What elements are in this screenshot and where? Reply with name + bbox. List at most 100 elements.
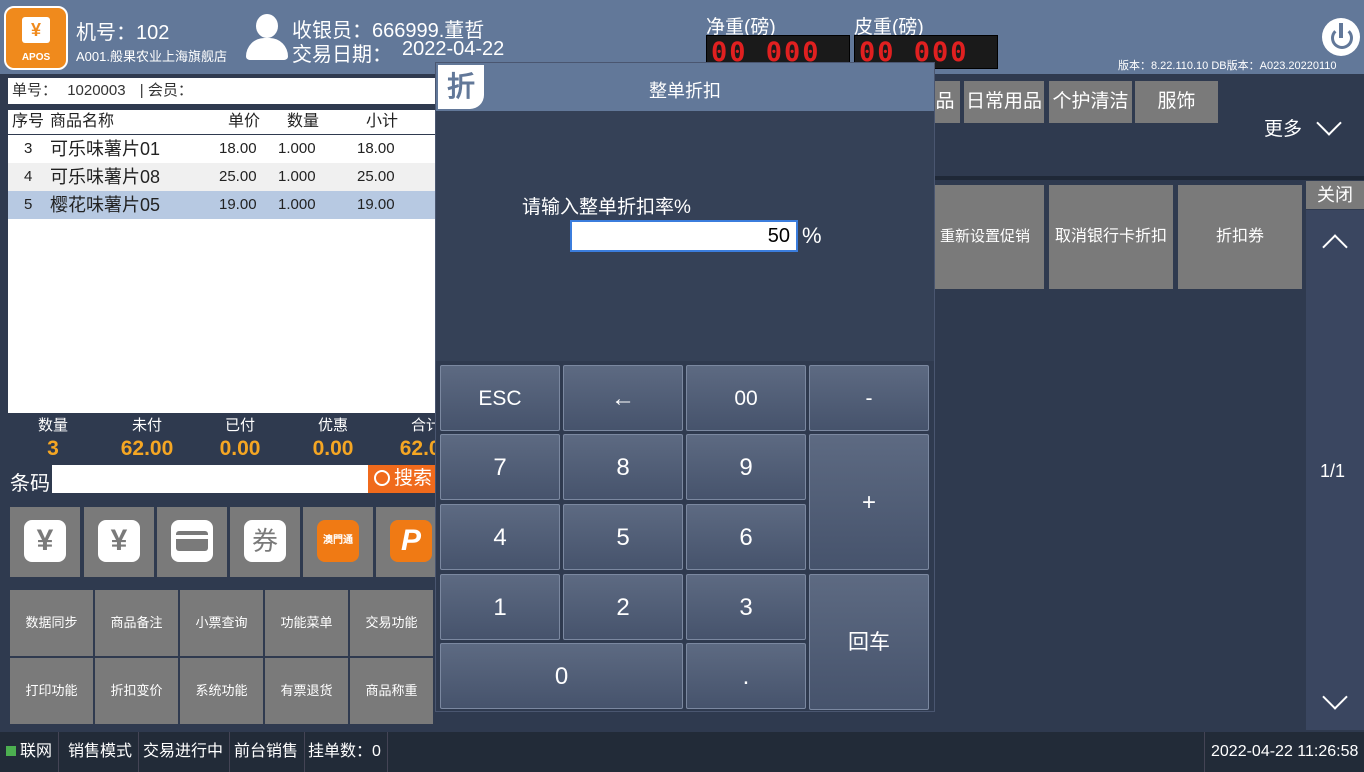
- power-icon[interactable]: [1322, 18, 1360, 56]
- row-no: 4: [24, 168, 33, 185]
- paid-value: 0.00: [219, 437, 261, 460]
- item-note-button[interactable]: 商品备注: [95, 590, 178, 656]
- key-backspace[interactable]: ←: [563, 365, 683, 431]
- cash-pay-button[interactable]: ¥: [84, 507, 154, 577]
- key-minus[interactable]: -: [809, 365, 929, 431]
- payment-buttons: ¥ ¥ 券 澳門通 P: [8, 507, 438, 577]
- category-daily[interactable]: 日常用品: [964, 81, 1044, 123]
- category-personal-care[interactable]: 个护清洁: [1049, 81, 1132, 123]
- key-4[interactable]: 4: [440, 504, 560, 570]
- search-label: 搜索: [394, 468, 433, 489]
- unpaid-value: 62.00: [120, 437, 174, 460]
- col-name: 商品名称: [50, 113, 115, 130]
- percent-sign: %: [802, 223, 822, 248]
- order-no: 1020003: [67, 82, 126, 99]
- search-button[interactable]: 搜索: [368, 465, 438, 493]
- row-no: 5: [24, 196, 33, 213]
- row-price: 19.00: [219, 196, 257, 213]
- cash-down-icon: ¥: [24, 520, 66, 562]
- category-apparel[interactable]: 服饰: [1135, 81, 1218, 123]
- col-qty: 数量: [287, 113, 320, 130]
- key-7[interactable]: 7: [440, 434, 560, 500]
- trade-date-label: 交易日期：: [292, 44, 392, 66]
- page-indicator: 1/1: [1320, 461, 1346, 481]
- hold-count: 挂单数：0: [302, 732, 388, 772]
- key-enter[interactable]: 回车: [809, 574, 929, 710]
- network-status: 联网: [0, 732, 60, 772]
- key-3[interactable]: 3: [686, 574, 806, 640]
- reset-promo-button[interactable]: 重新设置促销: [922, 185, 1044, 289]
- user-icon: [244, 14, 288, 62]
- dialog-title: 整单折扣: [649, 81, 721, 101]
- trade-status: 交易进行中: [137, 732, 231, 772]
- function-grid: 数据同步 商品备注 小票查询 功能菜单 交易功能 打印功能 折扣变价 系统功能 …: [8, 590, 438, 726]
- key-1[interactable]: 1: [440, 574, 560, 640]
- row-name: 樱花味薯片05: [50, 195, 161, 215]
- more-label[interactable]: 更多: [1264, 114, 1302, 141]
- barcode-input[interactable]: [52, 465, 368, 493]
- version-text: 版本：8.22.110.10 DB版本：A023.20220110: [1118, 60, 1337, 72]
- row-subtotal: 18.00: [357, 140, 395, 157]
- key-esc[interactable]: ESC: [440, 365, 560, 431]
- row-subtotal: 25.00: [357, 168, 395, 185]
- discount-label: 优惠: [317, 417, 348, 434]
- order-summary: 数量 3 未付 62.00 已付 0.00 优惠 0.00 合计 62.00: [8, 414, 452, 464]
- bank-card-icon: [171, 520, 213, 562]
- logo-text: APOS: [21, 52, 51, 63]
- row-subtotal: 19.00: [357, 196, 395, 213]
- table-row[interactable]: 4 可乐味薯片08 25.00 1.000 25.00: [8, 163, 438, 191]
- row-price: 18.00: [219, 140, 257, 157]
- chevron-down-icon[interactable]: [1316, 110, 1342, 136]
- data-sync-button[interactable]: 数据同步: [10, 590, 93, 656]
- row-name: 可乐味薯片08: [50, 167, 161, 187]
- key-plus[interactable]: +: [809, 434, 929, 570]
- macau-pass-button[interactable]: 澳門通: [303, 507, 373, 577]
- key-0[interactable]: 0: [440, 643, 683, 709]
- numeric-keypad: ESC ← 00 - 7 8 9 + 4 5 6 1 2 3 回车 0 .: [436, 361, 934, 711]
- key-dot[interactable]: .: [686, 643, 806, 709]
- trade-function-button[interactable]: 交易功能: [350, 590, 433, 656]
- function-menu-button[interactable]: 功能菜单: [265, 590, 348, 656]
- row-no: 3: [24, 140, 33, 157]
- monitor-icon: ¥: [22, 17, 50, 43]
- table-row-selected[interactable]: 5 樱花味薯片05 19.00 1.000 19.00: [8, 191, 438, 219]
- apos-logo: ¥ APOS: [4, 6, 68, 70]
- system-function-button[interactable]: 系统功能: [180, 658, 263, 724]
- discount-prompt: 请输入整单折扣率%: [522, 197, 691, 218]
- print-function-button[interactable]: 打印功能: [10, 658, 93, 724]
- receipt-query-button[interactable]: 小票查询: [180, 590, 263, 656]
- p-pay-icon: P: [390, 520, 432, 562]
- key-5[interactable]: 5: [563, 504, 683, 570]
- key-6[interactable]: 6: [686, 504, 806, 570]
- p-pay-button[interactable]: P: [376, 507, 438, 577]
- items-table: 3 可乐味薯片01 18.00 1.000 18.00 4 可乐味薯片08 25…: [8, 135, 438, 413]
- machine-number: 机号：102: [76, 22, 170, 44]
- dialog-title-bar: 折 整单折扣: [436, 63, 934, 111]
- col-price: 单价: [228, 113, 261, 130]
- cancel-bank-discount-button[interactable]: 取消银行卡折扣: [1049, 185, 1173, 289]
- qty-label: 数量: [37, 417, 68, 434]
- discount-rate-input[interactable]: [570, 220, 798, 252]
- sales-mode: 销售模式: [62, 732, 140, 772]
- card-pay-button[interactable]: [157, 507, 227, 577]
- member-label: | 会员：: [139, 82, 193, 99]
- key-9[interactable]: 9: [686, 434, 806, 500]
- network-icon: [6, 746, 16, 756]
- coupon-icon: 券: [244, 520, 286, 562]
- row-price: 25.00: [219, 168, 257, 185]
- key-double-zero[interactable]: 00: [686, 365, 806, 431]
- coupon-pay-button[interactable]: 券: [230, 507, 300, 577]
- receipt-refund-button[interactable]: 有票退货: [265, 658, 348, 724]
- key-8[interactable]: 8: [563, 434, 683, 500]
- discount-dialog: 折 整单折扣 请输入整单折扣率% % ESC ← 00 - 7 8 9 + 4 …: [435, 62, 935, 712]
- discount-coupon-button[interactable]: 折扣券: [1178, 185, 1302, 289]
- datetime: 2022-04-22 11:26:58: [1204, 732, 1364, 772]
- discount-price-button[interactable]: 折扣变价: [95, 658, 178, 724]
- item-weigh-button[interactable]: 商品称重: [350, 658, 433, 724]
- network-label: 联网: [20, 743, 53, 760]
- key-2[interactable]: 2: [563, 574, 683, 640]
- cash-in-button[interactable]: ¥: [10, 507, 80, 577]
- close-button[interactable]: 关闭: [1306, 181, 1364, 209]
- table-row[interactable]: 3 可乐味薯片01 18.00 1.000 18.00: [8, 135, 438, 163]
- search-icon: [374, 470, 390, 486]
